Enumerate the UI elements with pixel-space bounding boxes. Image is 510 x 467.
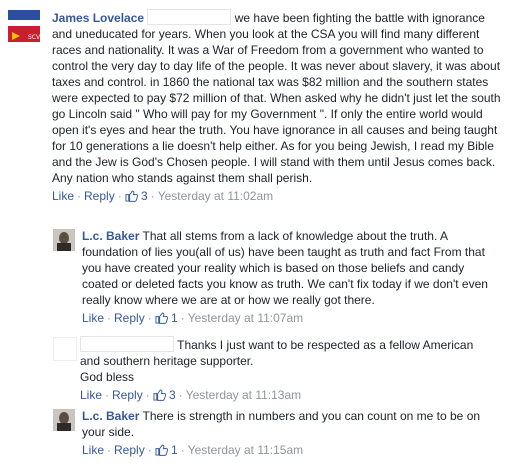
comment-message: we have been fighting the battle with ig… xyxy=(52,11,501,185)
comment-actions: Like · Reply · 3 · Yesterday at 11:02am xyxy=(52,189,274,203)
like-count[interactable]: 1 xyxy=(171,311,178,325)
comment-body: L.c. Baker There is strength in numbers … xyxy=(82,408,502,458)
reply-link[interactable]: Reply xyxy=(112,388,143,402)
reply-redacted-user: Thanks I just want to be respected as a … xyxy=(0,333,510,405)
like-link[interactable]: Like xyxy=(82,443,104,457)
flag-avatar-icon: SCV xyxy=(8,10,41,42)
author-name[interactable]: L.c. Baker xyxy=(82,229,139,243)
avatar[interactable] xyxy=(53,229,75,251)
redacted-name xyxy=(147,9,232,25)
reply-lc-baker-1: L.c. Baker That all stems from a lack of… xyxy=(0,225,510,333)
like-link[interactable]: Like xyxy=(52,189,74,203)
like-count[interactable]: 3 xyxy=(169,388,176,402)
redacted-name xyxy=(80,336,174,352)
timestamp[interactable]: Yesterday at 11:07am xyxy=(188,311,303,325)
like-count[interactable]: 1 xyxy=(171,443,178,457)
comment-james-lovelace: SCV James Lovelace we have been fighting… xyxy=(0,0,510,225)
comment-message: Thanks I just want to be respected as a … xyxy=(177,338,474,352)
portrait-avatar-icon xyxy=(53,229,75,251)
comment-message: and southern heritage supporter. xyxy=(80,354,254,368)
svg-text:SCV: SCV xyxy=(28,34,40,41)
portrait-avatar-icon xyxy=(53,409,75,431)
like-count[interactable]: 3 xyxy=(141,189,148,203)
comment-body: James Lovelace we have been fighting the… xyxy=(52,9,507,204)
comment-body: L.c. Baker That all stems from a lack of… xyxy=(82,228,502,326)
comment-message: That all stems from a lack of knowledge … xyxy=(82,229,488,307)
comment-message: There is strength in numbers and you can… xyxy=(82,409,481,439)
reply-link[interactable]: Reply xyxy=(114,311,145,325)
avatar[interactable] xyxy=(53,409,75,431)
avatar[interactable] xyxy=(53,337,77,361)
avatar[interactable]: SCV xyxy=(8,10,41,42)
comment-text: L.c. Baker There is strength in numbers … xyxy=(82,408,502,440)
author-name[interactable]: L.c. Baker xyxy=(82,409,139,423)
comment-actions: Like · Reply · 1 · Yesterday at 11:15am xyxy=(82,443,304,457)
like-link[interactable]: Like xyxy=(80,388,102,402)
timestamp[interactable]: Yesterday at 11:13am xyxy=(186,388,301,402)
reply-lc-baker-2: L.c. Baker There is strength in numbers … xyxy=(0,405,510,467)
comment-message: God bless xyxy=(80,370,135,384)
reply-link[interactable]: Reply xyxy=(114,443,145,457)
comment-text: L.c. Baker That all stems from a lack of… xyxy=(82,228,502,308)
thumbs-up-icon xyxy=(125,190,138,202)
comment-text: Thanks I just want to be respected as a … xyxy=(80,336,500,385)
timestamp[interactable]: Yesterday at 11:02am xyxy=(158,189,273,203)
author-name[interactable]: James Lovelace xyxy=(52,11,144,25)
like-link[interactable]: Like xyxy=(82,311,104,325)
thumbs-up-icon xyxy=(155,312,168,324)
comment-text: James Lovelace we have been fighting the… xyxy=(52,9,507,186)
thumbs-up-icon xyxy=(155,444,168,456)
timestamp[interactable]: Yesterday at 11:15am xyxy=(188,443,303,457)
comment-body: Thanks I just want to be respected as a … xyxy=(80,336,500,403)
reply-link[interactable]: Reply xyxy=(84,189,115,203)
comment-actions: Like · Reply · 3 · Yesterday at 11:13am xyxy=(80,388,302,402)
thumbs-up-icon xyxy=(153,389,166,401)
comment-actions: Like · Reply · 1 · Yesterday at 11:07am xyxy=(82,311,304,325)
